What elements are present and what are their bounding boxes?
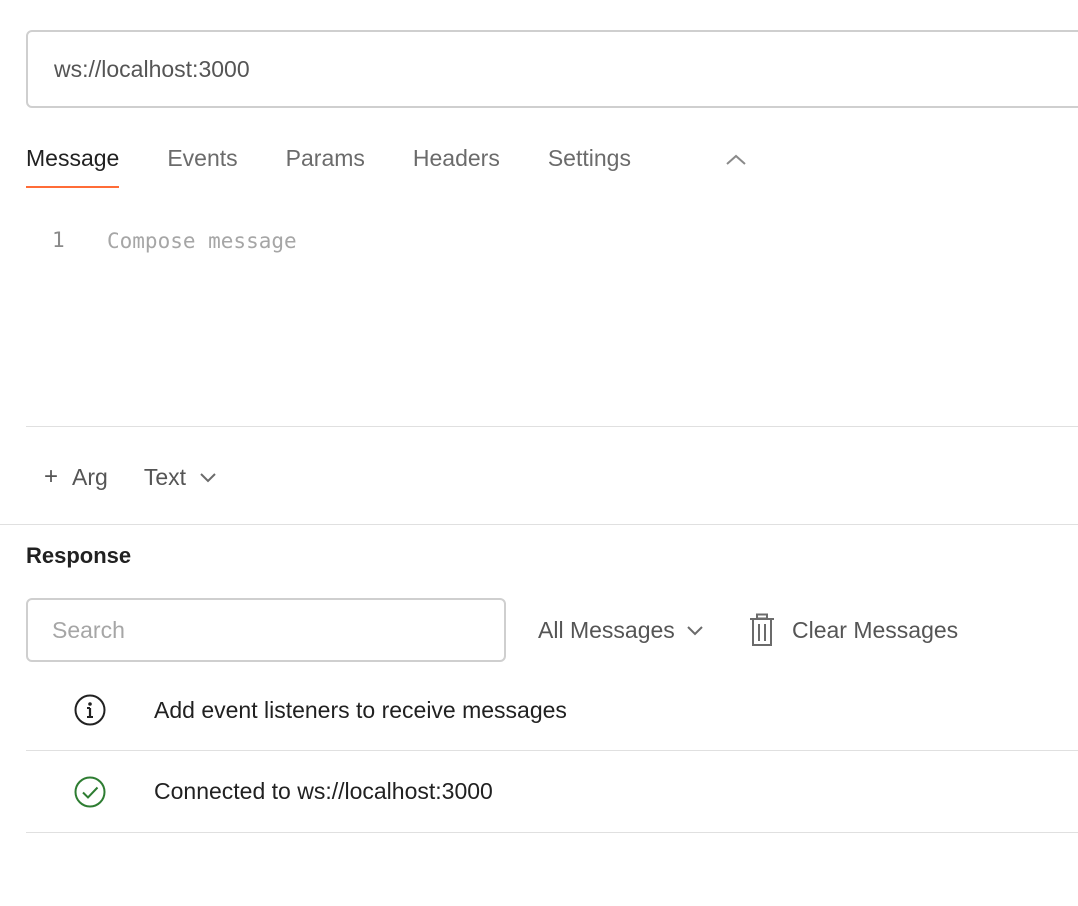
message-editor[interactable]: 1 Compose message bbox=[26, 210, 1078, 426]
message-text: Add event listeners to receive messages bbox=[154, 696, 567, 723]
check-circle-icon bbox=[74, 776, 106, 807]
clear-messages-button[interactable]: Clear Messages bbox=[748, 606, 958, 654]
request-tabs: Message Events Params Headers Settings bbox=[26, 132, 679, 190]
editor-placeholder: Compose message bbox=[107, 229, 297, 253]
response-title: Response bbox=[26, 543, 132, 568]
clear-messages-label: Clear Messages bbox=[792, 616, 959, 643]
chevron-down-icon bbox=[200, 473, 216, 483]
list-item[interactable]: Connected to ws://localhost:3000 bbox=[26, 751, 1078, 833]
search-input[interactable] bbox=[52, 616, 482, 644]
tab-message[interactable]: Message bbox=[26, 132, 120, 188]
websocket-request-panel: Message Events Params Headers Settings 1… bbox=[0, 0, 1078, 906]
message-type-label: Text bbox=[143, 463, 186, 490]
list-item[interactable]: Add event listeners to receive messages bbox=[26, 670, 1078, 751]
divider bbox=[26, 426, 1078, 427]
add-arg-label: Arg bbox=[72, 463, 108, 490]
url-input[interactable] bbox=[54, 55, 954, 83]
tab-settings[interactable]: Settings bbox=[548, 132, 631, 188]
info-icon bbox=[74, 694, 106, 726]
tab-events[interactable]: Events bbox=[167, 132, 237, 188]
plus-icon: + bbox=[44, 463, 59, 490]
line-number: 1 bbox=[52, 228, 65, 252]
chevron-down-icon bbox=[687, 626, 703, 636]
tab-headers[interactable]: Headers bbox=[413, 132, 500, 188]
tab-params[interactable]: Params bbox=[286, 132, 365, 188]
message-list: Add event listeners to receive messages … bbox=[26, 670, 1078, 833]
message-text: Connected to ws://localhost:3000 bbox=[154, 778, 493, 804]
trash-icon bbox=[750, 613, 774, 646]
add-arg-button[interactable]: + Arg bbox=[26, 449, 126, 505]
chevron-up-icon[interactable] bbox=[722, 146, 750, 174]
message-filter-select[interactable]: All Messages bbox=[538, 606, 705, 654]
response-search[interactable] bbox=[26, 598, 506, 662]
divider bbox=[0, 524, 1078, 525]
url-bar[interactable] bbox=[26, 30, 1078, 108]
message-type-select[interactable]: Text bbox=[144, 449, 218, 505]
message-toolbar: + Arg Text bbox=[26, 448, 218, 506]
message-filter-label: All Messages bbox=[538, 616, 675, 643]
